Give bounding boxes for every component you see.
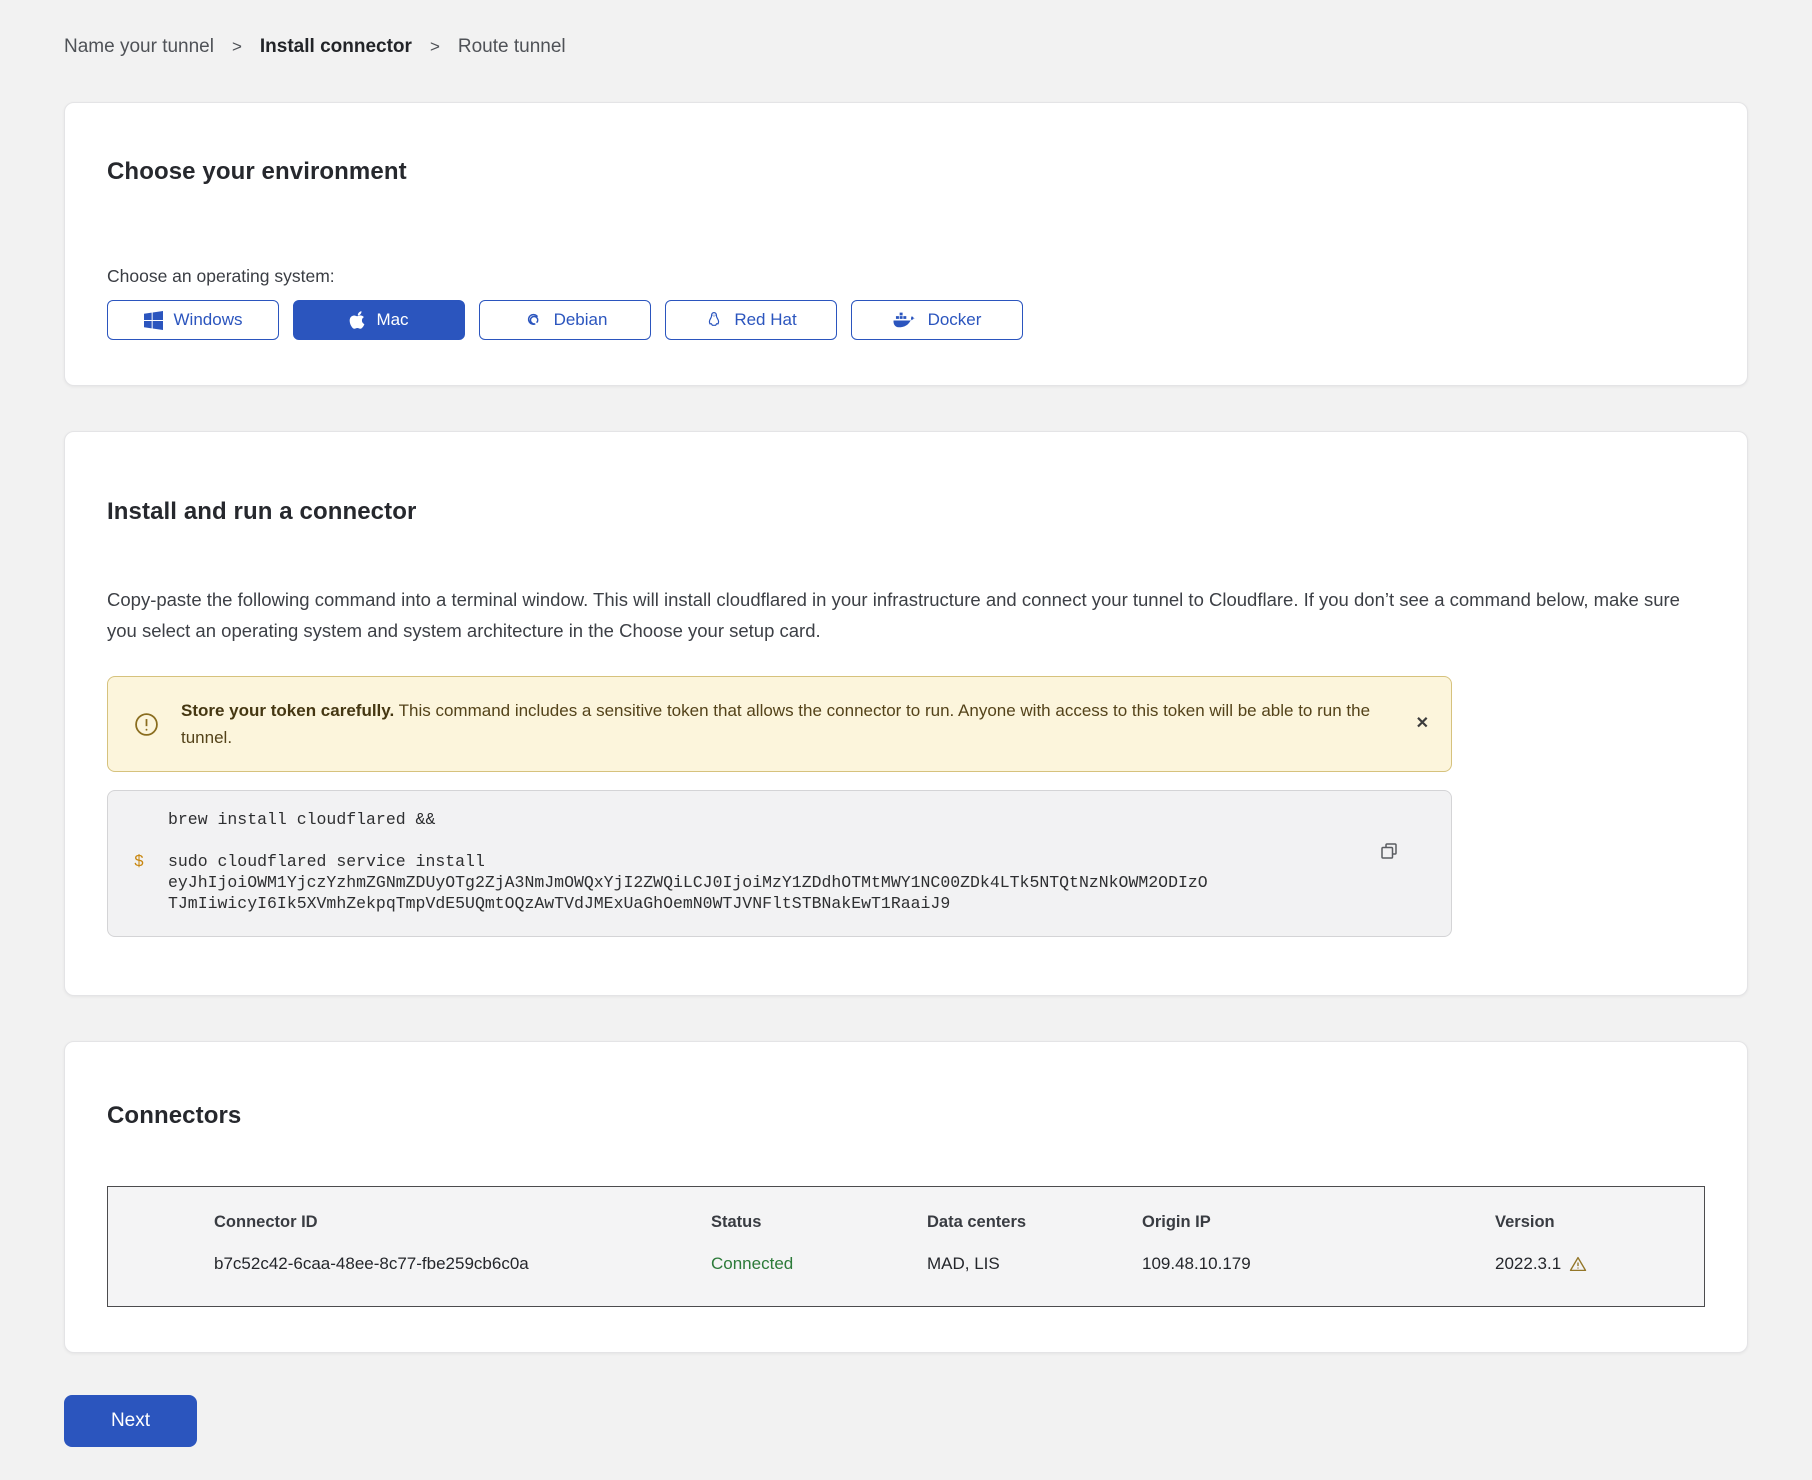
- install-command-code-block: brew install cloudflared && $ sudo cloud…: [107, 790, 1452, 937]
- install-connector-title: Install and run a connector: [107, 498, 1705, 526]
- windows-icon: [144, 311, 163, 330]
- connector-id-value: b7c52c42-6caa-48ee-8c77-fbe259cb6c0a: [214, 1254, 711, 1274]
- close-icon[interactable]: ✕: [1416, 716, 1429, 732]
- breadcrumb-name-your-tunnel[interactable]: Name your tunnel: [64, 36, 214, 58]
- code-line-brew: brew install cloudflared &&: [168, 809, 435, 830]
- connectors-table-header: Connector ID Status Data centers Origin …: [108, 1187, 1704, 1232]
- docker-whale-icon: [893, 311, 917, 329]
- shell-prompt: $: [134, 851, 168, 914]
- connectors-title: Connectors: [107, 1102, 1705, 1130]
- code-line-command: sudo cloudflared service install: [168, 851, 1208, 872]
- origin-ip-value: 109.48.10.179: [1142, 1254, 1495, 1274]
- next-button[interactable]: Next: [64, 1395, 197, 1447]
- code-token-line-1: eyJhIjoiOWM1YjczYzhmZGNmZDUyOTg2ZjA3NmJm…: [168, 872, 1208, 893]
- os-button-label: Mac: [376, 310, 408, 330]
- token-warning-text: Store your token carefully. This command…: [181, 697, 1381, 751]
- os-button-debian[interactable]: Debian: [479, 300, 651, 340]
- apple-icon: [349, 310, 365, 330]
- status-badge: Connected: [711, 1254, 927, 1274]
- install-connector-card: Install and run a connector Copy-paste t…: [64, 431, 1748, 996]
- token-warning-banner: Store your token carefully. This command…: [107, 676, 1452, 772]
- os-button-redhat[interactable]: Red Hat: [665, 300, 837, 340]
- debian-swirl-icon: [523, 310, 543, 330]
- data-centers-value: MAD, LIS: [927, 1254, 1142, 1274]
- version-value: 2022.3.1: [1495, 1254, 1561, 1274]
- copy-icon[interactable]: [1379, 841, 1399, 861]
- col-origin-ip: Origin IP: [1142, 1213, 1495, 1232]
- os-button-label: Debian: [554, 310, 608, 330]
- token-warning-bold: Store your token carefully.: [181, 701, 394, 720]
- connector-row: b7c52c42-6caa-48ee-8c77-fbe259cb6c0a Con…: [108, 1232, 1704, 1306]
- penguin-icon: [705, 310, 723, 330]
- os-button-mac[interactable]: Mac: [293, 300, 465, 340]
- os-select-label: Choose an operating system:: [107, 266, 1705, 287]
- col-data-centers: Data centers: [927, 1213, 1142, 1232]
- breadcrumb-separator: >: [430, 37, 440, 57]
- connectors-table: Connector ID Status Data centers Origin …: [107, 1186, 1705, 1307]
- code-token-line-2: TJmIiwicyI6Ik5XVmhZekpqTmpVdE5UQmtOQzAwT…: [168, 893, 1208, 914]
- os-button-windows[interactable]: Windows: [107, 300, 279, 340]
- version-warning-triangle-icon[interactable]: [1569, 1255, 1587, 1273]
- col-status: Status: [711, 1213, 927, 1232]
- breadcrumb-route-tunnel[interactable]: Route tunnel: [458, 36, 566, 58]
- breadcrumb-install-connector[interactable]: Install connector: [260, 36, 412, 58]
- connectors-card: Connectors Connector ID Status Data cent…: [64, 1041, 1748, 1353]
- col-connector-id: Connector ID: [214, 1213, 711, 1232]
- os-button-group: Windows Mac Debian Red Hat Docker: [107, 300, 1705, 340]
- install-connector-description: Copy-paste the following command into a …: [107, 584, 1705, 646]
- breadcrumb-separator: >: [232, 37, 242, 57]
- breadcrumb: Name your tunnel > Install connector > R…: [64, 36, 1748, 58]
- os-button-label: Docker: [928, 310, 982, 330]
- col-version: Version: [1495, 1213, 1684, 1232]
- os-button-label: Red Hat: [734, 310, 796, 330]
- environment-card: Choose your environment Choose an operat…: [64, 102, 1748, 386]
- environment-card-title: Choose your environment: [107, 158, 1705, 186]
- os-button-label: Windows: [174, 310, 243, 330]
- os-button-docker[interactable]: Docker: [851, 300, 1023, 340]
- warning-circle-icon: [134, 712, 159, 737]
